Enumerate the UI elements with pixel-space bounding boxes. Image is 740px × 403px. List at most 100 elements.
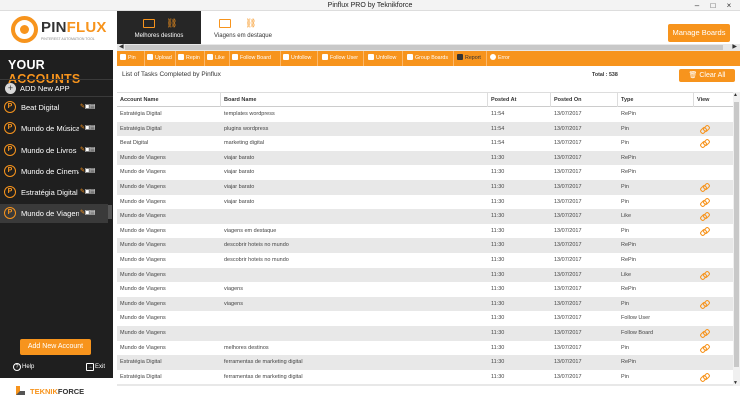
add-new-account-button[interactable]: Add New Account [20, 339, 91, 355]
clear-all-button[interactable]: 🗑 Clear All [679, 69, 735, 82]
boards-scrollbar[interactable]: ◀ ▶ [117, 44, 740, 51]
table-row[interactable]: Mundo de Viagens descobrir hoteis no mund… [117, 238, 733, 253]
close-icon[interactable]: × [722, 0, 736, 11]
manage-boards-button[interactable]: Manage Boards [668, 24, 730, 42]
delete-icon[interactable]: ▤ [90, 125, 96, 131]
account-name: Mundo de Música [21, 124, 79, 133]
cell-board [221, 268, 488, 283]
cell-at: 11:30 [491, 227, 505, 234]
scroll-right-icon[interactable]: ▶ [732, 43, 737, 50]
cell-account: Mundo de Viagens [120, 227, 166, 234]
add-new-app-button[interactable]: + ADD New APP [0, 79, 113, 97]
table-row[interactable]: Mundo de Viagens viajar barato 11:30 13/07/… [117, 150, 733, 166]
table-row[interactable]: Mundo de Viagens viajar barato 11:30 13/07/… [117, 194, 733, 210]
cell-account: Mundo de Viagens [120, 213, 166, 220]
table-row[interactable]: Mundo de Viagens 11:30 13/07/2017 Follow Bo… [117, 325, 733, 341]
toolbar-report[interactable]: Report [456, 51, 487, 66]
delete-icon[interactable]: ▤ [90, 104, 96, 110]
sidebar-account[interactable]: P Mundo de Música ✎▣▤ [0, 119, 108, 138]
cell-board: descobrir hoteis no mundo [224, 242, 289, 249]
exit-button[interactable]: → Exit [86, 363, 105, 371]
add-new-app-label: ADD New APP [20, 84, 70, 93]
toolbar-unfollow-board[interactable]: Unfollow [282, 51, 318, 66]
view-link-icon[interactable] [699, 139, 708, 148]
cell-on: 13/07/2017 [554, 111, 582, 117]
sidebar-account[interactable]: P Beat Digital ✎▣▤ [0, 98, 108, 117]
view-link-icon[interactable] [699, 373, 708, 382]
scroll-up-icon[interactable]: ▲ [733, 92, 738, 98]
table-row[interactable]: Mundo de Viagens viajar barato 11:30 13/07/… [117, 179, 733, 195]
view-link-icon[interactable] [699, 227, 708, 236]
scroll-thumb[interactable] [125, 45, 723, 50]
sidebar-account[interactable]: P Mundo de Livros ✎▣▤ [0, 141, 108, 160]
help-button[interactable]: ? Help [13, 363, 34, 371]
table-row[interactable]: Estratégia Digital templates wordpress 11:… [117, 107, 733, 122]
table-row[interactable]: Estratégia Digital ferramentas de marketi… [117, 369, 733, 385]
view-link-icon[interactable] [699, 198, 708, 207]
cell-type: RePin [621, 256, 636, 263]
toolbar-pin[interactable]: Pin [119, 51, 145, 66]
delete-icon[interactable]: ▤ [90, 189, 96, 195]
view-link-icon[interactable] [699, 344, 708, 353]
table-row[interactable]: Mundo de Viagens 11:30 13/07/2017 Like [117, 267, 733, 283]
view-link-icon[interactable] [699, 212, 708, 221]
column-header-board[interactable]: Board Name [221, 93, 488, 107]
toolbar-follow-board[interactable]: Follow Board [231, 51, 281, 66]
cell-at: 11:30 [491, 271, 505, 278]
sidebar-account[interactable]: P Mundo de Cinema ✎▣▤ [0, 162, 108, 181]
cell-type: RePin [621, 242, 636, 249]
table-row[interactable]: Mundo de Viagens viagens 11:30 13/07/2017 Pi… [117, 296, 733, 312]
pinterest-icon: P [4, 122, 16, 134]
table-row[interactable]: Mundo de Viagens viajar barato 11:30 13/07/… [117, 165, 733, 180]
toolbar-like[interactable]: Like [206, 51, 230, 66]
toolbar-repin[interactable]: Repin [177, 51, 205, 66]
pinterest-icon: P [4, 186, 16, 198]
view-link-icon[interactable] [699, 271, 708, 280]
view-link-icon[interactable] [699, 125, 708, 134]
logo-wordmark: PINFLUX [41, 19, 107, 36]
table-row[interactable]: Mundo de Viagens descobrir hoteis no mund… [117, 252, 733, 268]
table-scroll-thumb[interactable] [734, 102, 739, 367]
view-link-icon[interactable] [699, 300, 708, 309]
toolbar-group-boards[interactable]: Group Boards [406, 51, 454, 66]
sidebar-scrollbar[interactable] [108, 205, 112, 219]
view-link-icon[interactable] [699, 329, 708, 338]
delete-icon[interactable]: ▤ [90, 210, 96, 216]
toolbar-error[interactable]: Error [489, 51, 517, 66]
cell-at: 11:30 [491, 213, 505, 220]
cell-type: Pin [621, 183, 629, 190]
cell-board: descobrir hoteis no mundo [224, 256, 289, 263]
table-row[interactable]: Estratégia Digital plugins wordpress 11:54… [117, 121, 733, 137]
view-link-icon[interactable] [699, 183, 708, 192]
toolbar-upload[interactable]: Upload [146, 51, 176, 66]
delete-icon[interactable]: ▤ [90, 168, 96, 174]
cell-account: Estratégia Digital [120, 111, 162, 117]
sidebar-account-selected[interactable]: P Mundo de Viagens ✎▣▤ [0, 204, 108, 223]
cell-type: RePin [621, 286, 636, 293]
table-row[interactable]: Beat Digital marketing digital 11:54 13/07/… [117, 136, 733, 151]
table-row[interactable]: Mundo de Viagens 11:30 13/07/2017 Like [117, 209, 733, 224]
table-header: Account Name Board Name Posted At Posted… [117, 93, 733, 107]
toolbar-label: Repin [186, 55, 200, 61]
column-header-view[interactable]: View [694, 93, 733, 107]
minimize-icon[interactable]: – [690, 0, 704, 11]
column-header-posted-on[interactable]: Posted On [551, 93, 618, 107]
pinflux-logo: PINFLUX PINTEREST AUTOMATION TOOL [11, 14, 106, 47]
table-row[interactable]: Estratégia Digital ferramentas de marketi… [117, 355, 733, 370]
sidebar-account[interactable]: P Estratégia Digital ✎▣▤ [0, 183, 108, 202]
cell-type: Pin [621, 344, 629, 351]
follow-board-icon [232, 54, 238, 60]
column-header-type[interactable]: Type [618, 93, 694, 107]
toolbar-unfollow-user[interactable]: Unfollow [367, 51, 403, 66]
maximize-icon[interactable]: □ [706, 0, 720, 11]
table-row[interactable]: Mundo de Viagens viagens em destaque 11:30… [117, 223, 733, 239]
column-header-posted-at[interactable]: Posted At [488, 93, 551, 107]
delete-icon[interactable]: ▤ [90, 147, 96, 153]
scroll-left-icon[interactable]: ◀ [119, 43, 124, 50]
table-row[interactable]: Mundo de Viagens melhores destinos 11:30 13… [117, 340, 733, 356]
table-row[interactable]: Mundo de Viagens viagens 11:30 13/07/2017 Re… [117, 282, 733, 297]
toolbar-follow-user[interactable]: Follow User [321, 51, 364, 66]
column-header-account[interactable]: Account Name [117, 93, 221, 107]
table-row[interactable]: Mundo de Viagens 11:30 13/07/2017 Follow Us… [117, 311, 733, 326]
table-scrollbar[interactable]: ▲ ▼ [733, 92, 740, 386]
